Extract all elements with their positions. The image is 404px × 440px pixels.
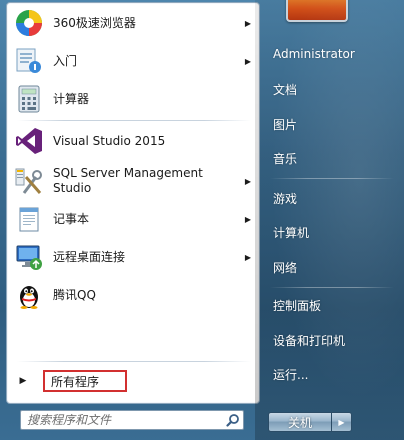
- link-documents[interactable]: 文档: [266, 77, 398, 101]
- sql-server-icon: [13, 165, 45, 197]
- link-label: 文档: [273, 82, 298, 97]
- program-item-remote-desktop[interactable]: 远程桌面连接 ▶: [11, 239, 255, 275]
- user-avatar[interactable]: [286, 0, 348, 22]
- link-pictures[interactable]: 图片: [266, 112, 398, 136]
- link-label: Administrator: [273, 47, 355, 61]
- program-item-notepad[interactable]: 记事本 ▶: [11, 201, 255, 237]
- program-item-360-browser[interactable]: 360极速浏览器 ▶: [11, 5, 255, 41]
- qq-penguin-icon: [13, 279, 45, 311]
- search-input[interactable]: [21, 412, 223, 428]
- program-label: 360极速浏览器: [53, 15, 136, 30]
- link-network[interactable]: 网络: [266, 255, 398, 279]
- remote-desktop-icon: [13, 241, 45, 273]
- submenu-arrow-icon[interactable]: ▶: [241, 19, 255, 28]
- program-item-sql-server[interactable]: SQL Server Management Studio ▶: [11, 161, 255, 201]
- divider: [17, 120, 251, 121]
- link-computer[interactable]: 计算机: [266, 220, 398, 244]
- link-label: 控制面板: [273, 298, 322, 313]
- link-devices-printers[interactable]: 设备和打印机: [266, 328, 398, 352]
- calculator-icon: [13, 83, 45, 115]
- link-run[interactable]: 运行...: [266, 362, 398, 386]
- link-label: 设备和打印机: [273, 333, 346, 348]
- visual-studio-icon: [13, 125, 45, 157]
- program-label: SQL Server Management Studio: [53, 166, 203, 195]
- link-label: 网络: [273, 260, 298, 275]
- browser-360-icon: [13, 7, 45, 39]
- submenu-arrow-icon[interactable]: ▶: [241, 57, 255, 66]
- link-label: 音乐: [273, 151, 298, 166]
- shutdown-label: 关机: [287, 415, 312, 430]
- all-programs-label: 所有程序: [51, 374, 100, 389]
- shutdown-button[interactable]: 关机: [268, 412, 332, 432]
- link-label: 游戏: [273, 191, 298, 206]
- divider: [270, 287, 394, 288]
- expand-arrow-icon: ▶: [19, 376, 27, 386]
- program-label: 入门: [53, 53, 78, 68]
- program-label: 记事本: [53, 211, 90, 226]
- all-programs-button[interactable]: ▶ 所有程序: [13, 367, 257, 395]
- link-games[interactable]: 游戏: [266, 186, 398, 210]
- link-label: 图片: [273, 117, 298, 132]
- start-menu: 360极速浏览器 ▶ 入门 ▶ 计算器 Visual Studio 2015 S…: [0, 0, 404, 440]
- submenu-arrow-icon[interactable]: ▶: [241, 177, 255, 186]
- program-item-qq[interactable]: 腾讯QQ: [11, 277, 255, 313]
- submenu-arrow-icon[interactable]: ▶: [241, 215, 255, 224]
- notepad-icon: [13, 203, 45, 235]
- program-label: Visual Studio 2015: [53, 133, 166, 148]
- search-box[interactable]: [20, 410, 244, 430]
- shutdown-group: 关机 ▶: [268, 412, 354, 432]
- chevron-right-icon: ▶: [338, 417, 345, 427]
- submenu-arrow-icon[interactable]: ▶: [241, 253, 255, 262]
- shutdown-options-button[interactable]: ▶: [332, 412, 352, 432]
- link-music[interactable]: 音乐: [266, 146, 398, 170]
- link-label: 计算机: [273, 225, 310, 240]
- getting-started-icon: [13, 45, 45, 77]
- program-label: 远程桌面连接: [53, 249, 126, 264]
- link-user-folder[interactable]: Administrator: [266, 42, 398, 66]
- program-label: 计算器: [53, 91, 90, 106]
- program-item-visual-studio[interactable]: Visual Studio 2015: [11, 123, 255, 159]
- link-label: 运行...: [273, 367, 309, 382]
- program-item-getting-started[interactable]: 入门 ▶: [11, 43, 255, 79]
- program-item-calculator[interactable]: 计算器: [11, 81, 255, 117]
- all-programs-highlight: 所有程序: [43, 370, 127, 392]
- program-label: 腾讯QQ: [53, 287, 96, 302]
- programs-panel: 360极速浏览器 ▶ 入门 ▶ 计算器 Visual Studio 2015 S…: [6, 2, 260, 404]
- divider: [17, 361, 251, 362]
- divider: [270, 178, 394, 179]
- link-control-panel[interactable]: 控制面板: [266, 293, 398, 317]
- search-icon[interactable]: [223, 411, 243, 429]
